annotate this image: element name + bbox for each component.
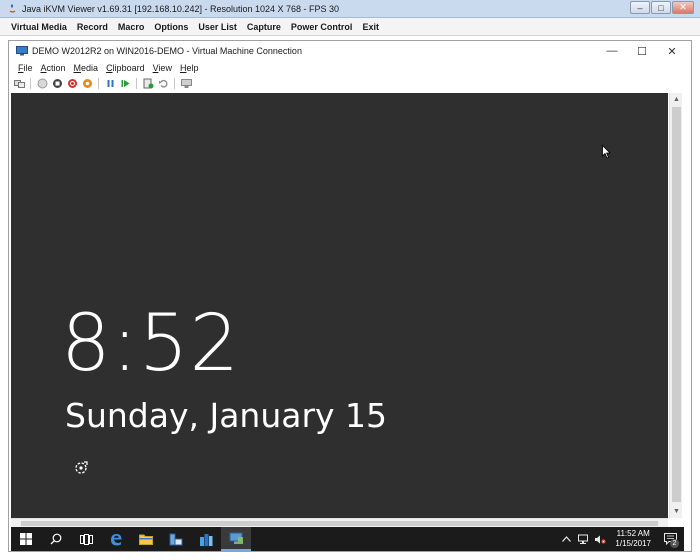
vm-menu-help[interactable]: Help xyxy=(176,63,203,73)
mouse-pointer-icon xyxy=(602,145,611,159)
clock-time: 11:52 AM xyxy=(616,529,650,538)
vm-menu-view[interactable]: View xyxy=(149,63,176,73)
guest-lock-screen[interactable]: 8:52 Sunday, January 15 xyxy=(11,93,668,518)
task-view-icon xyxy=(79,533,93,545)
show-hidden-icons-icon[interactable] xyxy=(560,533,572,545)
vm-window-titlebar[interactable]: DEMO W2012R2 on WIN2016-DEMO - Virtual M… xyxy=(9,41,691,61)
storage-icon xyxy=(200,533,213,546)
start-button[interactable] xyxy=(11,527,41,551)
scroll-down-icon[interactable]: ▼ xyxy=(670,505,683,518)
windows-logo-icon xyxy=(20,533,32,545)
java-window-title: Java iKVM Viewer v1.69.31 [192.168.10.24… xyxy=(22,3,340,14)
vm-connection-window: DEMO W2012R2 on WIN2016-DEMO - Virtual M… xyxy=(8,40,692,552)
hyperv-manager-icon xyxy=(229,532,243,544)
menu-power-control[interactable]: Power Control xyxy=(286,22,358,32)
notification-count-badge: 2 xyxy=(670,539,679,548)
vm-connection-icon xyxy=(16,46,28,56)
ctrl-alt-del-icon[interactable] xyxy=(13,77,25,89)
search-icon xyxy=(50,533,62,545)
menu-user-list[interactable]: User List xyxy=(193,22,242,32)
taskbar-edge[interactable] xyxy=(101,527,131,551)
vm-toolbar xyxy=(9,75,691,91)
taskbar-hyperv-manager[interactable] xyxy=(221,527,251,551)
edge-icon xyxy=(111,534,122,546)
vm-minimize-button[interactable]: — xyxy=(597,43,627,59)
java-close-button[interactable]: ✕ xyxy=(672,1,694,14)
volume-muted-icon[interactable] xyxy=(594,533,607,545)
java-maximize-button[interactable]: □ xyxy=(651,1,671,14)
lock-screen-time: 8:52 xyxy=(61,299,241,389)
vm-close-button[interactable]: ✕ xyxy=(657,43,687,59)
guest-taskbar: 11:52 AM 1/15/2017 2 xyxy=(11,527,684,551)
vm-menu-action[interactable]: Action xyxy=(37,63,70,73)
turn-off-icon[interactable] xyxy=(51,77,63,89)
vm-menubar: File Action Media Clipboard View Help xyxy=(9,61,691,75)
search-button[interactable] xyxy=(41,527,71,551)
enhanced-session-icon[interactable] xyxy=(180,77,192,89)
menu-virtual-media[interactable]: Virtual Media xyxy=(6,22,72,32)
lock-screen-date: Sunday, January 15 xyxy=(65,396,388,435)
horizontal-scroll-thumb[interactable] xyxy=(21,521,658,526)
menu-exit[interactable]: Exit xyxy=(357,22,384,32)
taskbar-clock[interactable]: 11:52 AM 1/15/2017 xyxy=(611,529,655,549)
vm-menu-file[interactable]: File xyxy=(14,63,37,73)
scroll-up-icon[interactable]: ▲ xyxy=(670,93,683,106)
save-icon[interactable] xyxy=(81,77,93,89)
taskbar-storage-app[interactable] xyxy=(191,527,221,551)
action-center-button[interactable]: 2 xyxy=(660,527,680,551)
clock-date: 1/15/2017 xyxy=(615,539,651,548)
java-icon xyxy=(6,3,18,15)
vm-window-title: DEMO W2012R2 on WIN2016-DEMO - Virtual M… xyxy=(32,46,302,56)
task-view-button[interactable] xyxy=(71,527,101,551)
network-icon[interactable] xyxy=(577,533,589,545)
folder-icon xyxy=(139,534,153,545)
revert-icon[interactable] xyxy=(157,77,169,89)
vertical-scroll-thumb[interactable] xyxy=(672,107,681,502)
server-manager-icon xyxy=(169,533,183,545)
vm-maximize-button[interactable]: ☐ xyxy=(627,43,657,59)
ease-of-access-icon[interactable] xyxy=(73,459,91,477)
menu-record[interactable]: Record xyxy=(72,22,113,32)
taskbar-server-manager[interactable] xyxy=(161,527,191,551)
java-minimize-button[interactable]: – xyxy=(630,1,650,14)
vm-menu-media[interactable]: Media xyxy=(70,63,103,73)
system-tray: 11:52 AM 1/15/2017 2 xyxy=(560,527,680,551)
resume-icon[interactable] xyxy=(119,77,131,89)
menu-macro[interactable]: Macro xyxy=(113,22,150,32)
checkpoint-icon[interactable] xyxy=(142,77,154,89)
horizontal-scrollbar[interactable] xyxy=(11,518,668,527)
start-icon[interactable] xyxy=(36,77,48,89)
vm-menu-clipboard[interactable]: Clipboard xyxy=(102,63,149,73)
shutdown-icon[interactable] xyxy=(66,77,78,89)
menu-capture[interactable]: Capture xyxy=(242,22,286,32)
menu-options[interactable]: Options xyxy=(149,22,193,32)
pause-icon[interactable] xyxy=(104,77,116,89)
taskbar-file-explorer[interactable] xyxy=(131,527,161,551)
java-menubar: Virtual Media Record Macro Options User … xyxy=(0,18,700,36)
vertical-scrollbar[interactable]: ▲ ▼ xyxy=(669,93,682,518)
java-window-titlebar[interactable]: Java iKVM Viewer v1.69.31 [192.168.10.24… xyxy=(0,0,700,18)
